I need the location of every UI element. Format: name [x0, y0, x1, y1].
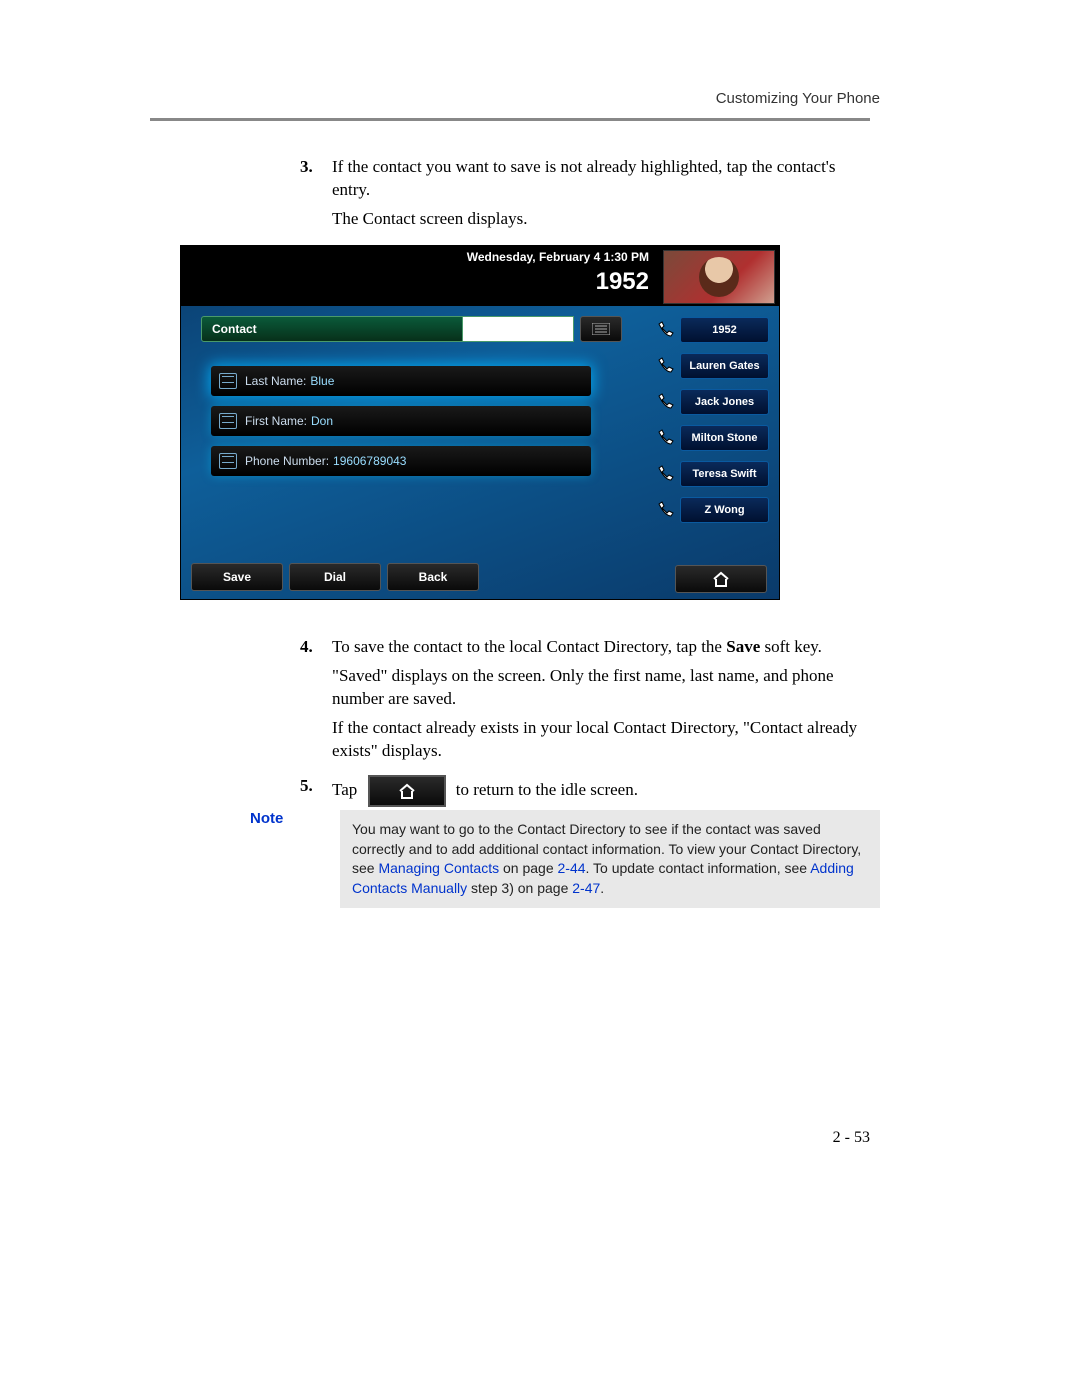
phone-screenshot: Wednesday, February 4 1:30 PM 1952 Conta… — [180, 245, 780, 600]
step-4-line1a: To save the contact to the local Contact… — [332, 637, 726, 656]
sideitem-3[interactable]: Milton Stone — [654, 424, 769, 452]
step-4: 4. To save the contact to the local Cont… — [300, 636, 870, 763]
field-firstname[interactable]: First Name: Don — [211, 406, 591, 436]
phone-title-row: Contact — [201, 316, 621, 342]
page-number: 2 - 53 — [833, 1129, 870, 1147]
field-firstname-label: First Name: — [245, 414, 307, 428]
contact-card-icon — [219, 453, 237, 469]
field-phone-value: 19606789043 — [333, 454, 406, 468]
softkey-dial[interactable]: Dial — [289, 563, 381, 591]
sideitem-5-label: Z Wong — [680, 497, 769, 523]
field-firstname-value: Don — [311, 414, 333, 428]
note-t5: . — [600, 880, 604, 896]
field-lastname-label: Last Name: — [245, 374, 306, 388]
note-label: Note — [250, 810, 320, 827]
header-section-title: Customizing Your Phone — [716, 90, 880, 107]
phone-search-input[interactable] — [462, 316, 574, 342]
step-4-line2: "Saved" displays on the screen. Only the… — [332, 665, 870, 711]
softkey-save[interactable]: Save — [191, 563, 283, 591]
step-4-save-word: Save — [726, 637, 760, 656]
note-block: Note You may want to go to the Contact D… — [250, 810, 880, 908]
sideitem-5[interactable]: Z Wong — [654, 496, 769, 524]
step-4-number: 4. — [300, 636, 313, 659]
step-3-line1: If the contact you want to save is not a… — [332, 156, 870, 202]
phone-handset-icon — [654, 499, 676, 521]
home-icon — [398, 783, 416, 799]
sideitem-4[interactable]: Teresa Swift — [654, 460, 769, 488]
step-5: 5. Tap to return to the idle screen. — [300, 775, 870, 807]
note-page-247[interactable]: 2-47 — [572, 880, 600, 896]
note-body: You may want to go to the Contact Direct… — [340, 810, 880, 908]
content-top: 3. If the contact you want to save is no… — [300, 150, 870, 243]
step-5-line: Tap to return to the idle screen. — [332, 775, 870, 807]
phone-handset-icon — [654, 391, 676, 413]
header-rule — [150, 118, 870, 121]
softkey-home[interactable] — [675, 565, 767, 593]
keyboard-icon[interactable] — [580, 316, 622, 342]
phone-screen: Wednesday, February 4 1:30 PM 1952 Conta… — [180, 245, 780, 600]
step-3-line2: The Contact screen displays. — [332, 208, 870, 231]
contact-card-icon — [219, 373, 237, 389]
step-4-line3: If the contact already exists in your lo… — [332, 717, 870, 763]
step-4-line1: To save the contact to the local Contact… — [332, 636, 870, 659]
phone-title: Contact — [201, 316, 463, 342]
step-5-before: Tap — [332, 780, 357, 799]
note-t2: on page — [499, 860, 557, 876]
step-4-line1c: soft key. — [760, 637, 822, 656]
step-3-number: 3. — [300, 156, 313, 179]
phone-sidelist: 1952 Lauren Gates Jack Jones Milton Ston… — [654, 316, 769, 524]
sideitem-0[interactable]: 1952 — [654, 316, 769, 344]
note-page-244[interactable]: 2-44 — [558, 860, 586, 876]
field-phone-label: Phone Number: — [245, 454, 329, 468]
sideitem-2-label: Jack Jones — [680, 389, 769, 415]
sideitem-4-label: Teresa Swift — [680, 461, 769, 487]
sideitem-2[interactable]: Jack Jones — [654, 388, 769, 416]
field-lastname[interactable]: Last Name: Blue — [211, 366, 591, 396]
phone-handset-icon — [654, 427, 676, 449]
field-phone[interactable]: Phone Number: 19606789043 — [211, 446, 591, 476]
sideitem-0-label: 1952 — [680, 317, 769, 343]
sideitem-3-label: Milton Stone — [680, 425, 769, 451]
phone-extension: 1952 — [596, 268, 649, 296]
step-5-after: to return to the idle screen. — [456, 780, 638, 799]
phone-topbar: Wednesday, February 4 1:30 PM 1952 — [181, 246, 779, 306]
note-t3: . To update contact information, see — [586, 860, 811, 876]
page: Customizing Your Phone 3. If the contact… — [0, 0, 1080, 1397]
sideitem-1-label: Lauren Gates — [680, 353, 769, 379]
content-bottom: 4. To save the contact to the local Cont… — [300, 630, 870, 819]
phone-avatar — [663, 250, 775, 304]
sideitem-1[interactable]: Lauren Gates — [654, 352, 769, 380]
step-5-number: 5. — [300, 775, 313, 798]
contact-card-icon — [219, 413, 237, 429]
note-link-managing-contacts[interactable]: Managing Contacts — [378, 860, 499, 876]
phone-handset-icon — [654, 319, 676, 341]
home-icon — [712, 571, 730, 587]
note-t4: step 3) on page — [467, 880, 572, 896]
step-3: 3. If the contact you want to save is no… — [300, 156, 870, 231]
phone-handset-icon — [654, 463, 676, 485]
softkey-back[interactable]: Back — [387, 563, 479, 591]
home-button-inline — [368, 775, 446, 807]
phone-datetime: Wednesday, February 4 1:30 PM — [467, 250, 649, 264]
phone-handset-icon — [654, 355, 676, 377]
field-lastname-value: Blue — [310, 374, 334, 388]
